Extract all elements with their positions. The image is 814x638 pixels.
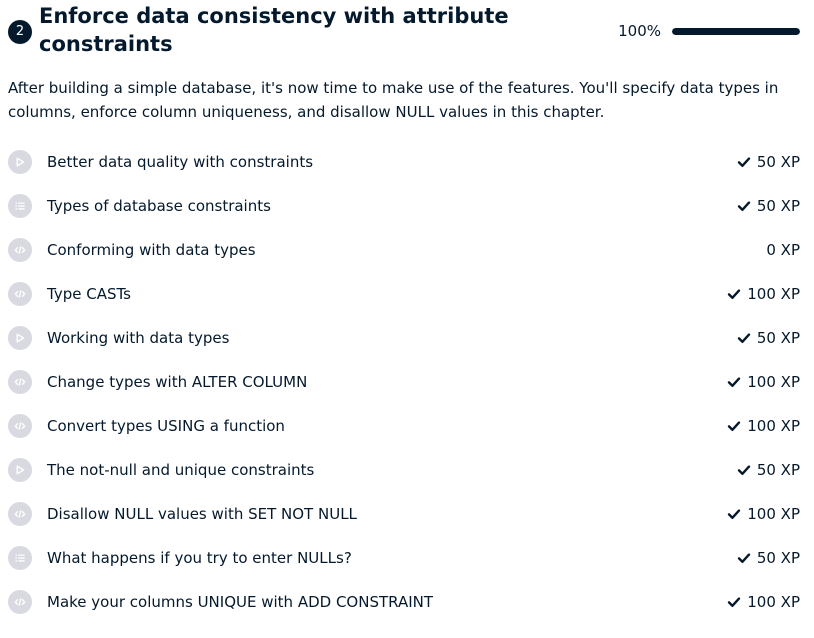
lesson-title: Disallow NULL values with SET NOT NULL (47, 505, 357, 523)
lesson-xp-value: 50 XP (756, 549, 800, 567)
code-icon (8, 414, 32, 438)
lesson-xp: 50 XP (737, 329, 800, 347)
list-icon (8, 194, 32, 218)
chapter-description: After building a simple database, it's n… (8, 79, 779, 121)
code-icon (8, 502, 32, 526)
chapter-header: 2 Enforce data consistency with attribut… (0, 0, 814, 66)
lesson-item[interactable]: Disallow NULL values with SET NOT NULL 10… (0, 492, 814, 536)
lesson-title: Working with data types (47, 329, 230, 347)
lesson-item[interactable]: Convert types USING a function 100 XP (0, 404, 814, 448)
lesson-title: Conforming with data types (47, 241, 256, 259)
chapter-progress: 100% (618, 22, 800, 40)
check-icon (727, 507, 741, 521)
lesson-xp: 100 XP (727, 505, 800, 523)
chapter-title: Enforce data consistency with attribute … (39, 4, 509, 56)
lesson-title: What happens if you try to enter NULLs? (47, 549, 352, 567)
lesson-xp: 100 XP (727, 417, 800, 435)
check-icon (727, 595, 741, 609)
lesson-xp-value: 50 XP (756, 329, 800, 347)
lesson-xp: 50 XP (737, 153, 800, 171)
lesson-xp: 50 XP (737, 549, 800, 567)
lesson-item[interactable]: Better data quality with constraints 50 X… (0, 140, 814, 184)
check-icon (737, 331, 751, 345)
lesson-item[interactable]: Conforming with data types 0 XP (0, 228, 814, 272)
lesson-item[interactable]: The not-null and unique constraints 50 XP (0, 448, 814, 492)
lesson-xp: 100 XP (727, 593, 800, 611)
lesson-title: Better data quality with constraints (47, 153, 314, 171)
lesson-title: The not-null and unique constraints (47, 461, 315, 479)
video-icon (8, 326, 32, 350)
code-icon (8, 238, 32, 262)
lesson-item[interactable]: Make your columns UNIQUE with ADD CONSTR… (0, 580, 814, 624)
video-icon (8, 150, 32, 174)
code-icon (8, 282, 32, 306)
lesson-xp-value: 50 XP (756, 153, 800, 171)
check-icon (737, 463, 751, 477)
check-icon (737, 199, 751, 213)
lesson-xp: 100 XP (727, 285, 800, 303)
lesson-xp-value: 100 XP (747, 505, 800, 523)
video-icon (8, 458, 32, 482)
chapter-number-badge: 2 (8, 20, 32, 44)
lesson-list: Better data quality with constraints 50 X… (0, 140, 814, 624)
check-icon (727, 287, 741, 301)
lesson-title: Change types with ALTER COLUMN (47, 373, 308, 391)
lesson-title: Convert types USING a function (47, 417, 285, 435)
lesson-xp: 50 XP (737, 461, 800, 479)
lesson-item[interactable]: Change types with ALTER COLUMN 100 XP (0, 360, 814, 404)
code-icon (8, 370, 32, 394)
lesson-xp-value: 100 XP (747, 417, 800, 435)
progress-label: 100% (618, 22, 661, 40)
progress-bar (672, 27, 800, 35)
check-icon (737, 551, 751, 565)
lesson-xp: 100 XP (727, 373, 800, 391)
lesson-xp-value: 100 XP (747, 373, 800, 391)
lesson-xp: 50 XP (737, 197, 800, 215)
lesson-xp-value: 100 XP (747, 285, 800, 303)
check-icon (737, 155, 751, 169)
lesson-xp-value: 50 XP (756, 197, 800, 215)
list-icon (8, 546, 32, 570)
check-icon (727, 419, 741, 433)
check-icon (727, 375, 741, 389)
lesson-title: Types of database constraints (47, 197, 271, 215)
lesson-xp: 0 XP (766, 241, 800, 259)
code-icon (8, 590, 32, 614)
lesson-xp-value: 50 XP (756, 461, 800, 479)
progress-bar-fill (672, 27, 800, 35)
lesson-item[interactable]: Types of database constraints 50 XP (0, 184, 814, 228)
lesson-title: Type CASTs (47, 285, 131, 303)
lesson-title: Make your columns UNIQUE with ADD CONSTR… (47, 593, 434, 611)
lesson-xp-value: 0 XP (766, 241, 800, 259)
lesson-item[interactable]: Working with data types 50 XP (0, 316, 814, 360)
lesson-xp-value: 100 XP (747, 593, 800, 611)
lesson-item[interactable]: What happens if you try to enter NULLs? 5… (0, 536, 814, 580)
lesson-item[interactable]: Type CASTs 100 XP (0, 272, 814, 316)
